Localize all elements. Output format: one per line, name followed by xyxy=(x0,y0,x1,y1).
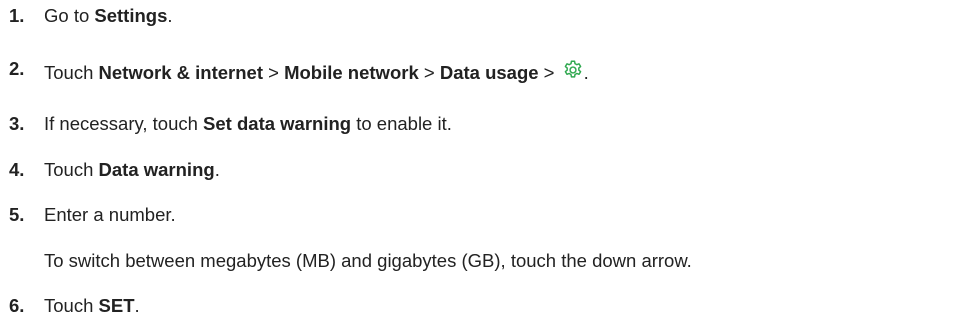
step-text: Enter a number. xyxy=(44,204,176,225)
ui-term-data-usage: Data usage xyxy=(439,62,539,83)
step-1: 1. Go to Settings. xyxy=(9,4,173,28)
step-3: 3. If necessary, touch Set data warning … xyxy=(9,112,452,136)
instruction-steps: 1. Go to Settings. 2. Touch Network & in… xyxy=(0,0,967,324)
step-number: 1. xyxy=(9,5,25,26)
step-number: 2. xyxy=(9,58,25,79)
step-5: 5. Enter a number. xyxy=(9,203,176,227)
step-text: If necessary, touch Set data warning to … xyxy=(44,113,452,134)
step-text: Touch SET. xyxy=(44,295,140,316)
step-text: Touch Network & internet > Mobile networ… xyxy=(44,59,589,85)
gear-icon xyxy=(562,59,584,81)
step-text: Touch Data warning. xyxy=(44,159,220,180)
ui-term-settings: Settings xyxy=(94,5,168,26)
step-6: 6. Touch SET. xyxy=(9,294,140,318)
step-4: 4. Touch Data warning. xyxy=(9,158,220,182)
ui-term-data-warning: Data warning xyxy=(98,159,215,180)
step-number: 3. xyxy=(9,113,25,134)
ui-term-set-data-warning: Set data warning xyxy=(203,113,352,134)
ui-term-set: SET xyxy=(98,295,135,316)
step-number: 6. xyxy=(9,295,25,316)
ui-term-mobile-network: Mobile network xyxy=(284,62,419,83)
step-number: 4. xyxy=(9,159,25,180)
step-5-note: To switch between megabytes (MB) and gig… xyxy=(44,250,692,271)
ui-term-network-internet: Network & internet xyxy=(98,62,263,83)
step-2: 2. Touch Network & internet > Mobile net… xyxy=(9,58,589,85)
step-text: Go to Settings. xyxy=(44,5,173,26)
step-number: 5. xyxy=(9,204,25,225)
